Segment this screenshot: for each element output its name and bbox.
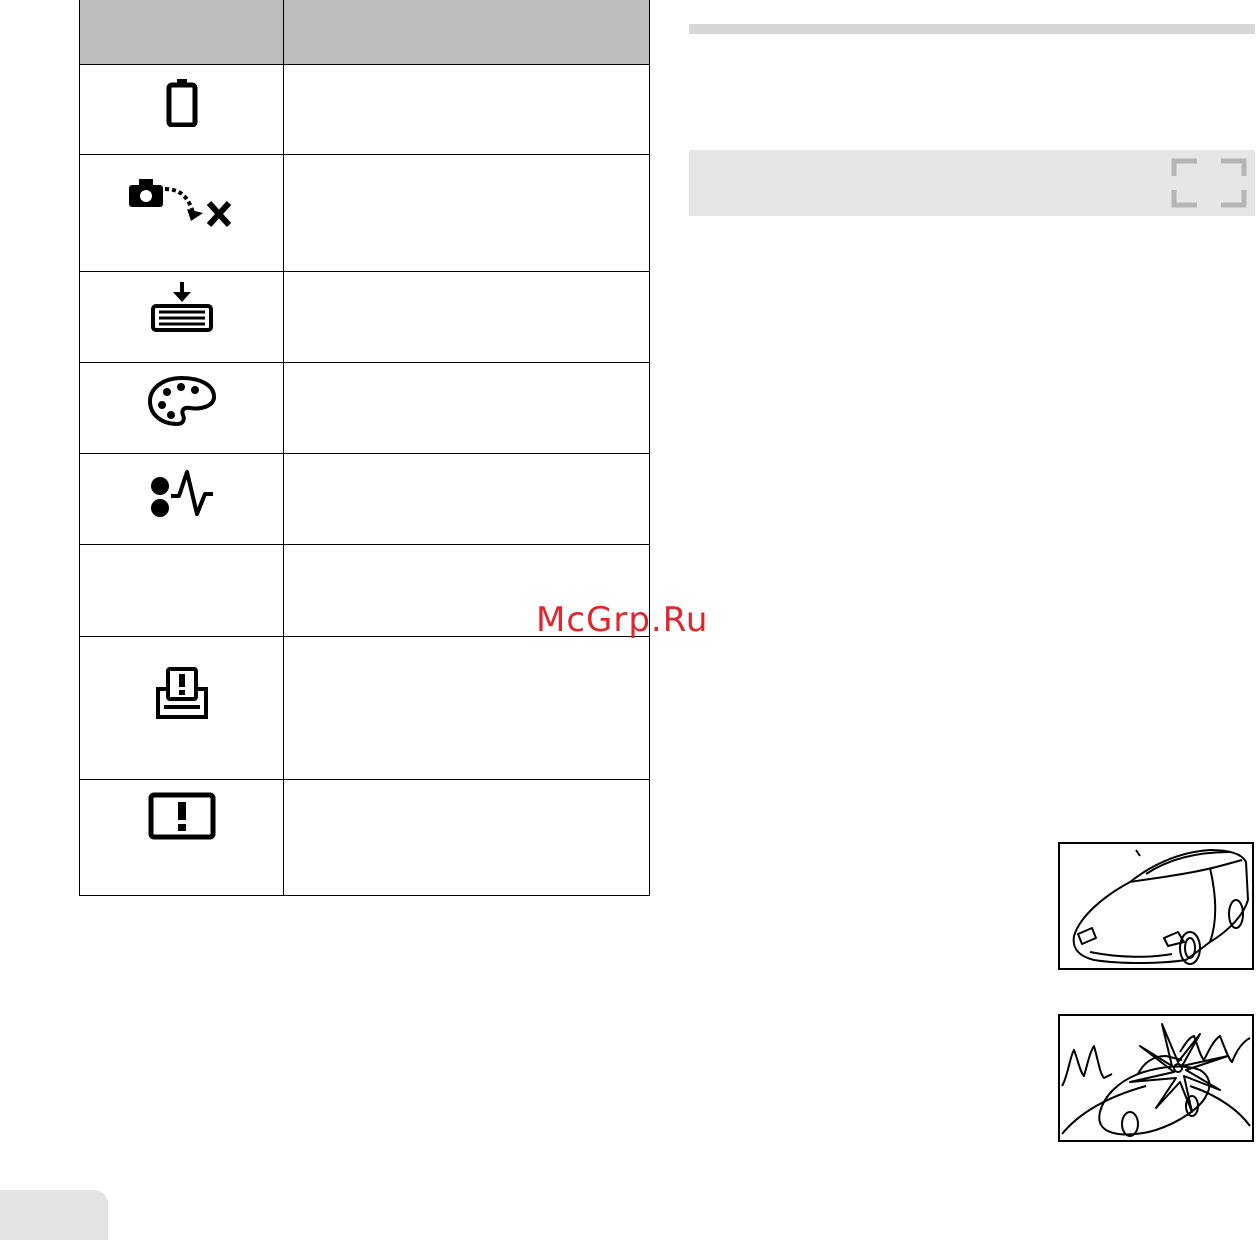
row-description (283, 779, 650, 896)
page-number-tab (0, 1190, 108, 1240)
table-row (79, 271, 650, 363)
header-cell-cause (283, 0, 650, 65)
table-row (79, 779, 650, 896)
table-row (79, 362, 650, 454)
table-row (79, 154, 650, 272)
printer-error-icon (155, 667, 208, 719)
header-cell-indication (79, 0, 284, 65)
no-ink-icon (147, 375, 216, 427)
camera-no-connection-icon (128, 179, 231, 228)
watermark: McGrp.Ru (536, 600, 709, 640)
row-description (283, 362, 650, 454)
row-description (283, 271, 650, 363)
section-heading-bar (689, 150, 1255, 216)
row-description (283, 636, 650, 780)
cannot-print-icon (148, 792, 215, 840)
table-row (79, 636, 650, 780)
no-paper-icon (150, 282, 213, 332)
frame-corners-icon (1171, 158, 1247, 208)
row-description (283, 453, 650, 545)
table-row (79, 453, 650, 545)
table-row (79, 64, 650, 155)
battery-icon (166, 79, 197, 127)
car-backlit-illustration (1058, 1014, 1254, 1142)
section-rule (689, 24, 1255, 34)
row-description (283, 154, 650, 272)
table-header-row (79, 0, 650, 65)
row-indication (79, 544, 284, 637)
jammed-icon (150, 470, 213, 517)
car-illustration (1058, 842, 1254, 970)
row-description (283, 64, 650, 155)
message-table (79, 0, 650, 896)
